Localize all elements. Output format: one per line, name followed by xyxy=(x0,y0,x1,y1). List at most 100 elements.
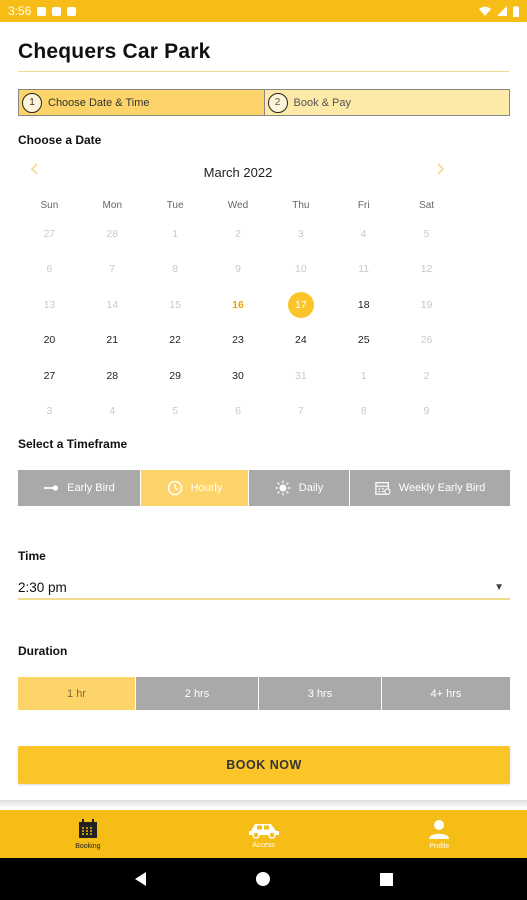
dropdown-arrow-icon: ▼ xyxy=(494,581,504,593)
calendar-day: 8 xyxy=(144,252,207,288)
duration-3hrs-button[interactable]: 3 hrs xyxy=(259,677,381,710)
nav-booking[interactable]: Booking xyxy=(0,810,176,858)
calendar-day-number: 14 xyxy=(106,298,119,311)
calendar-day-number: 1 xyxy=(172,227,179,240)
calendar-day[interactable]: 21 xyxy=(81,323,144,359)
calendar-day-number: 23 xyxy=(232,334,244,347)
calendar-day: 7 xyxy=(81,252,144,288)
calendar-day-number: 6 xyxy=(46,263,53,276)
calendar-day-number: 16 xyxy=(232,298,244,311)
weekday-header: Mon xyxy=(102,200,122,211)
timeframe-weekly-early-bird-button[interactable]: Weekly Early Bird xyxy=(350,470,510,506)
calendar-day: 2 xyxy=(207,216,270,252)
chevron-right-icon[interactable] xyxy=(435,163,445,175)
timeframe-option-label: Early Bird xyxy=(67,482,115,494)
calendar-day-number: 8 xyxy=(360,405,367,418)
time-value: 2:30 pm xyxy=(18,579,67,595)
duration-4plus-hrs-button[interactable]: 4+ hrs xyxy=(382,677,510,710)
timeframe-option-label: Weekly Early Bird xyxy=(398,482,486,494)
calendar-day[interactable]: 25 xyxy=(332,323,395,359)
clock-icon xyxy=(167,480,182,496)
weekday-header: Tue xyxy=(166,200,184,211)
back-icon[interactable] xyxy=(134,872,146,886)
calendar-day-number: 18 xyxy=(357,298,370,311)
calendar-day: 9 xyxy=(395,394,458,430)
step-book-pay[interactable]: 2 Book & Pay xyxy=(264,90,509,115)
battery-icon xyxy=(513,5,519,17)
calendar-day-number: 1 xyxy=(360,369,367,382)
booking-stepper: 1 Choose Date & Time 2 Book & Pay xyxy=(18,89,510,116)
system-navigation-bar xyxy=(0,858,527,900)
calendar-day[interactable]: 22 xyxy=(144,323,207,359)
calendar-day: 13 xyxy=(18,287,81,323)
calendar-day-number: 20 xyxy=(43,334,56,347)
calendar-day[interactable]: 16 xyxy=(207,287,270,323)
status-time: 3:56 xyxy=(8,4,32,18)
calendar-day: 4 xyxy=(81,394,144,430)
calendar-day: 31 xyxy=(269,358,332,394)
calendar-day[interactable]: 20 xyxy=(18,323,81,359)
calendar-day-number: 2 xyxy=(235,227,241,240)
wifi-icon xyxy=(479,6,491,16)
timeframe-early-bird-button[interactable]: Early Bird xyxy=(18,470,140,506)
timeframe-daily-button[interactable]: Daily xyxy=(249,470,349,506)
calendar-day-number: 6 xyxy=(235,405,241,418)
calendar-day: 26 xyxy=(395,323,458,359)
calendar-day: 14 xyxy=(81,287,144,323)
calendar-day-number: 3 xyxy=(297,227,304,240)
recents-icon[interactable] xyxy=(379,872,393,886)
calendar-day: 8 xyxy=(332,394,395,430)
calendar-day-number: 19 xyxy=(420,298,433,311)
duration-1hr-button[interactable]: 1 hr xyxy=(18,677,135,710)
step-label: Book & Pay xyxy=(293,96,351,109)
duration-2hrs-button[interactable]: 2 hrs xyxy=(136,677,258,710)
nav-profile[interactable]: Profile xyxy=(351,810,527,858)
calendar-day[interactable]: 18 xyxy=(332,287,395,323)
weekday-header: Wed xyxy=(227,200,249,211)
home-icon[interactable] xyxy=(255,872,270,886)
nav-label: Profile xyxy=(429,843,450,850)
calendar-day[interactable]: 24 xyxy=(269,323,332,359)
timeframe-option-label: Hourly xyxy=(190,482,223,494)
calendar-day: 5 xyxy=(395,216,458,252)
calendar-day: 5 xyxy=(144,394,207,430)
nav-shadow xyxy=(0,800,527,808)
timeframe-selector: Early Bird Hourly Daily Weekly Early Bir… xyxy=(18,470,510,506)
timeframe-label: Select a Timeframe xyxy=(18,437,128,451)
step-choose-date-time[interactable]: 1 Choose Date & Time xyxy=(19,90,265,115)
duration-selector: 1 hr 2 hrs 3 hrs 4+ hrs xyxy=(18,677,510,710)
calendar-day: 1 xyxy=(144,216,207,252)
notification-icon xyxy=(52,6,62,16)
calendar-day-selected[interactable]: 17 xyxy=(269,287,332,323)
book-now-button[interactable]: BOOK NOW xyxy=(18,746,510,784)
nav-access[interactable]: Access xyxy=(176,810,352,858)
calendar-day-number: 7 xyxy=(109,263,116,276)
calendar-grid: Sun Mon Tue Wed Thu Fri Sat 27 28 1 2 3 4 5 6 7 8 9 10 11 12… xyxy=(18,196,458,429)
time-dropdown[interactable]: 2:30 pm ▼ xyxy=(18,576,510,600)
calendar-icon xyxy=(78,819,97,838)
time-label: Time xyxy=(18,549,46,563)
calendar-day-number: 28 xyxy=(106,369,119,382)
calendar-day-number: 2 xyxy=(423,369,430,382)
calendar-day[interactable]: 30 xyxy=(207,358,270,394)
step-label: Choose Date & Time xyxy=(48,96,150,109)
calendar-day-number: 13 xyxy=(43,298,56,311)
timeframe-hourly-button[interactable]: Hourly xyxy=(141,470,248,506)
calendar-day[interactable]: 27 xyxy=(18,358,81,394)
calendar-day: 4 xyxy=(332,216,395,252)
notification-icon xyxy=(67,6,77,16)
calendar-day: 1 xyxy=(332,358,395,394)
calendar-day: 6 xyxy=(207,394,270,430)
calendar-day: 12 xyxy=(395,252,458,288)
calendar-day-number: 9 xyxy=(235,263,241,276)
calendar-day: 6 xyxy=(18,252,81,288)
calendar-day[interactable]: 28 xyxy=(81,358,144,394)
timeframe-option-label: Daily xyxy=(298,482,324,494)
calendar-day-number: 21 xyxy=(106,334,119,347)
calendar-day[interactable]: 29 xyxy=(144,358,207,394)
weekday-header: Thu xyxy=(292,200,310,211)
calendar-day-number: 7 xyxy=(297,405,304,418)
calendar-day-number: 29 xyxy=(169,369,181,382)
calendar-day[interactable]: 23 xyxy=(207,323,270,359)
calendar-day: 28 xyxy=(81,216,144,252)
